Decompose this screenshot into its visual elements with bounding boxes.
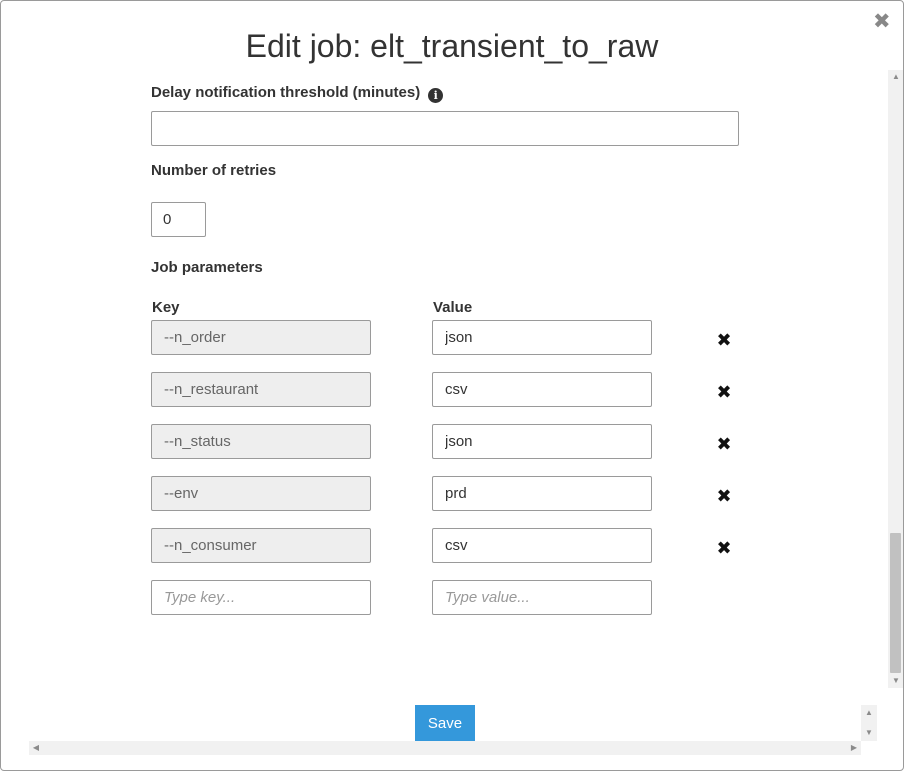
- retries-input[interactable]: [151, 202, 206, 237]
- footer-scroll-up-arrow-icon[interactable]: ▲: [861, 707, 877, 719]
- edit-job-modal: ✖ Edit job: elt_transient_to_raw Delay n…: [0, 0, 904, 771]
- save-button[interactable]: Save: [415, 705, 475, 741]
- remove-param-icon[interactable]: ✖: [715, 435, 733, 453]
- value-column-header: Value: [433, 299, 473, 316]
- param-value-field[interactable]: [432, 476, 652, 511]
- param-value-field[interactable]: [432, 320, 652, 355]
- param-value-field[interactable]: [432, 424, 652, 459]
- footer-vertical-scrollbar[interactable]: ▲ ▼: [861, 705, 877, 741]
- modal-title: Edit job: elt_transient_to_raw: [245, 28, 659, 64]
- job-parameters-label: Job parameters: [151, 259, 263, 276]
- key-column-header: Key: [152, 299, 180, 316]
- scroll-right-arrow-icon[interactable]: ▶: [847, 741, 861, 755]
- scrollbar-thumb[interactable]: [890, 533, 901, 673]
- horizontal-scrollbar[interactable]: ◀ ▶: [29, 741, 861, 755]
- scroll-left-arrow-icon[interactable]: ◀: [29, 741, 43, 755]
- new-param-key-input[interactable]: [151, 580, 371, 615]
- remove-param-icon[interactable]: ✖: [715, 383, 733, 401]
- info-icon[interactable]: i: [428, 88, 444, 103]
- param-key-field: [151, 372, 371, 407]
- scroll-down-arrow-icon[interactable]: ▼: [888, 674, 903, 688]
- scroll-up-arrow-icon[interactable]: ▲: [888, 70, 903, 84]
- delay-threshold-input[interactable]: [151, 111, 739, 146]
- remove-param-icon[interactable]: ✖: [715, 331, 733, 349]
- delay-threshold-label-row: Delay notification threshold (minutes) i: [151, 84, 444, 103]
- param-key-field: [151, 528, 371, 563]
- vertical-scrollbar[interactable]: ▲ ▼: [888, 70, 903, 688]
- footer-scroll-down-arrow-icon[interactable]: ▼: [861, 727, 877, 739]
- retries-label: Number of retries: [151, 162, 277, 179]
- remove-param-icon[interactable]: ✖: [715, 539, 733, 557]
- param-key-field: [151, 320, 371, 355]
- new-param-value-input[interactable]: [432, 580, 652, 615]
- param-key-field: [151, 476, 371, 511]
- remove-param-icon[interactable]: ✖: [715, 487, 733, 505]
- param-value-field[interactable]: [432, 528, 652, 563]
- delay-threshold-label: Delay notification threshold (minutes): [151, 84, 421, 101]
- param-value-field[interactable]: [432, 372, 652, 407]
- param-key-field: [151, 424, 371, 459]
